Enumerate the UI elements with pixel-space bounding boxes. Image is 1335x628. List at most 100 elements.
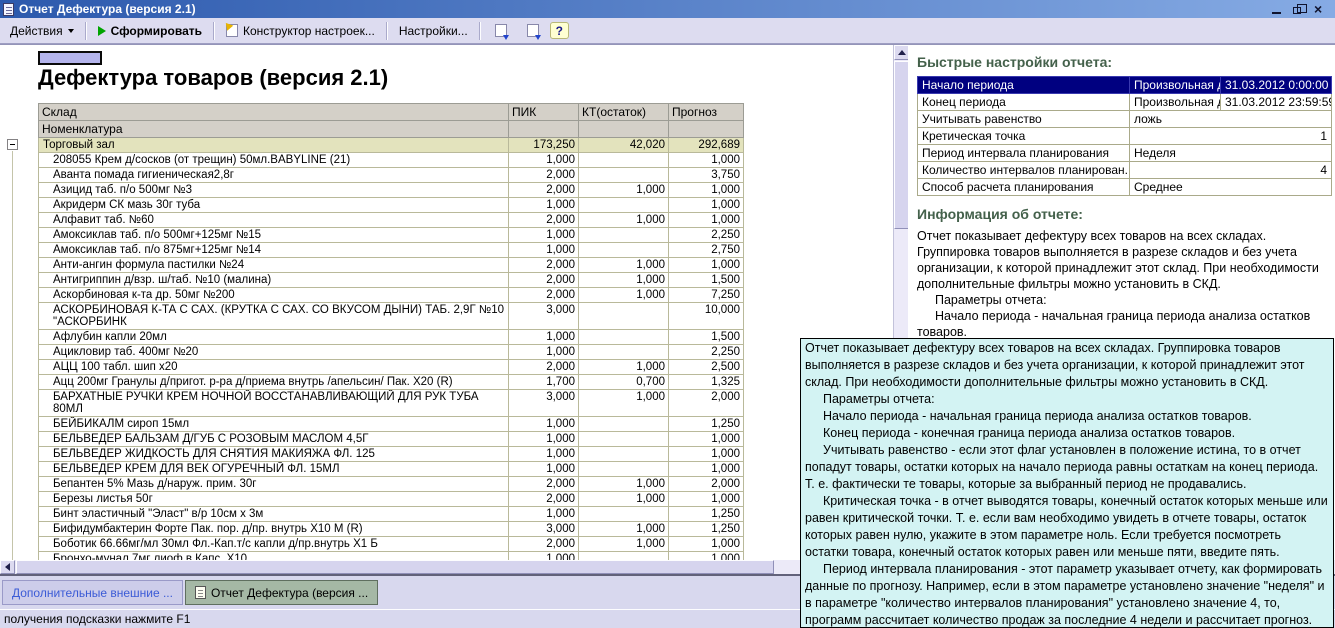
table-row[interactable]: Акридерм СК мазь 30г туба 1,000 1,000 <box>38 197 744 213</box>
report-left-margin <box>0 45 30 560</box>
product-name-cell: Боботик 66.66мг/мл 30мл Фл.-Кап.т/с капл… <box>38 536 509 552</box>
setting-row[interactable]: Количество интервалов планирован... 4 <box>917 161 1332 179</box>
table-row[interactable]: БЕЛЬВЕДЕР КРЕМ ДЛЯ ВЕК ОГУРЕЧНЫЙ ФЛ. 15М… <box>38 461 744 477</box>
generate-button[interactable]: Сформировать <box>92 22 208 40</box>
value-cell: 1,000 <box>508 242 579 258</box>
setting-name-cell: Способ расчета планирования <box>917 178 1130 196</box>
table-row[interactable]: Ацц 200мг Гранулы д/пригот. р-ра д/прием… <box>38 374 744 390</box>
tab-report-defektura[interactable]: Отчет Дефектура (версия ... <box>184 580 379 605</box>
value-cell: 1,700 <box>508 374 579 390</box>
table-row[interactable]: БЕЛЬВЕДЕР БАЛЬЗАМ Д/ГУБ С РОЗОВЫМ МАСЛОМ… <box>38 431 744 447</box>
product-name-cell: БАРХАТНЫЕ РУЧКИ КРЕМ НОЧНОЙ ВОССТАНАВЛИВ… <box>38 389 509 417</box>
close-button[interactable]: × <box>1314 0 1328 17</box>
value-cell: 1,000 <box>578 212 669 228</box>
table-row[interactable]: АЦЦ 100 табл. шип х20 2,000 1,000 2,500 <box>38 359 744 375</box>
table-row[interactable]: Бифидумбактерин Форте Пак. пор. д/пр. вн… <box>38 521 744 537</box>
value-cell: 1,000 <box>578 389 669 417</box>
table-row[interactable]: Амоксиклав таб. п/о 875мг+125мг №14 1,000… <box>38 242 744 258</box>
restore-values-button[interactable] <box>486 22 516 40</box>
table-row[interactable]: Аскорбиновая к-та др. 50мг №200 2,000 1,00… <box>38 287 744 303</box>
table-row[interactable]: Аванта помада гигиеническая2,8г 2,000 3,75… <box>38 167 744 183</box>
collapse-group-button[interactable] <box>7 139 18 150</box>
value-cell: 1,000 <box>668 446 744 462</box>
scroll-left-button[interactable] <box>0 560 15 574</box>
setting-row[interactable]: Способ расчета планирования Среднее <box>917 178 1332 196</box>
value-cell: 1,000 <box>508 197 579 213</box>
generate-label: Сформировать <box>110 23 202 38</box>
column-header-pik[interactable]: ПИК <box>508 103 579 121</box>
setting-name-cell: Конец периода <box>917 93 1130 111</box>
table-row[interactable]: Афлубин капли 20мл 1,000 1,500 <box>38 329 744 345</box>
actions-menu-label: Действия <box>10 23 63 38</box>
settings-button[interactable]: Настройки... <box>393 22 474 40</box>
table-row[interactable]: Алфавит таб. №60 2,000 1,000 1,000 <box>38 212 744 228</box>
paragraph: Параметры отчета: <box>823 392 935 406</box>
chevron-down-icon <box>67 28 74 33</box>
paragraph: Начало периода - начальная граница перио… <box>823 409 1252 423</box>
tooltip-text: Отчет показывает дефектуру всех товаров … <box>805 340 1328 627</box>
setting-row[interactable]: Учитывать равенство ложь <box>917 110 1332 128</box>
scroll-up-button[interactable] <box>894 45 909 60</box>
table-row[interactable]: Бинт эластичный "Эласт" в/р 10см х 3м 1,0… <box>38 506 744 522</box>
settings-constructor-button[interactable]: Конструктор настроек... <box>220 22 381 40</box>
value-cell: 1,000 <box>578 182 669 198</box>
value-cell: 2,250 <box>668 227 744 243</box>
actions-menu-button[interactable]: Действия <box>4 22 80 40</box>
group-prognoz-cell: 292,689 <box>668 137 744 153</box>
column-header-prognoz[interactable]: Прогноз <box>668 103 744 121</box>
column-header-nomenklatura[interactable]: Номенклатура <box>38 120 509 138</box>
table-row[interactable]: Ацикловир таб. 400мг №20 1,000 2,250 <box>38 344 744 360</box>
table-row[interactable]: Азицид таб. п/о 500мг №3 2,000 1,000 1,000 <box>38 182 744 198</box>
paragraph: Конец периода - конечная граница периода… <box>823 426 1236 440</box>
group-row-torgovy-zal[interactable]: Торговый зал 173,250 42,020 292,689 <box>38 137 744 153</box>
table-row[interactable]: 208055 Крем д/сосков (от трещин) 50мл.BA… <box>38 152 744 168</box>
setting-value-cell: 4 <box>1129 161 1332 179</box>
tab-label: Дополнительные внешние ... <box>12 585 173 600</box>
value-cell: 1,250 <box>668 416 744 432</box>
value-cell: 1,000 <box>508 551 579 560</box>
vertical-scrollbar-thumb[interactable] <box>894 61 909 229</box>
setting-row[interactable]: Начало периодаПроизвольная д...31.03.201… <box>917 76 1332 94</box>
report-title: Дефектура товаров (версия 2.1) <box>38 65 389 90</box>
minimize-button[interactable] <box>1270 3 1284 16</box>
product-name-cell: Амоксиклав таб. п/о 500мг+125мг №15 <box>38 227 509 243</box>
column-header-kt[interactable]: КТ(остаток) <box>578 103 669 121</box>
table-row[interactable]: Анти-ангин формула пастилки №24 2,000 1,00… <box>38 257 744 273</box>
table-row[interactable]: АСКОРБИНОВАЯ К-ТА С САХ. (КРУТКА С САХ. … <box>38 302 744 330</box>
tab-additional-external[interactable]: Дополнительные внешние ... <box>2 580 183 605</box>
table-row[interactable]: БАРХАТНЫЕ РУЧКИ КРЕМ НОЧНОЙ ВОССТАНАВЛИВ… <box>38 389 744 417</box>
table-row[interactable]: Бронхо-мунал 7мг лиоф в Капс. Х10 1,000 1,… <box>38 551 744 560</box>
save-values-button[interactable] <box>518 22 548 40</box>
setting-row[interactable]: Кретическая точка 1 <box>917 127 1332 145</box>
toolbar-separator <box>385 21 388 40</box>
setting-type-cell: Произвольная д... <box>1129 93 1221 111</box>
table-row[interactable]: Боботик 66.66мг/мл 30мл Фл.-Кап.т/с капл… <box>38 536 744 552</box>
restore-button[interactable] <box>1292 3 1307 16</box>
value-cell: 2,000 <box>508 182 579 198</box>
value-cell: 1,000 <box>508 344 579 360</box>
product-name-cell: БЕЛЬВЕДЕР БАЛЬЗАМ Д/ГУБ С РОЗОВЫМ МАСЛОМ… <box>38 431 509 447</box>
selected-cell-indicator[interactable] <box>38 51 102 65</box>
table-row[interactable]: БЕЛЬВЕДЕР ЖИДКОСТЬ ДЛЯ СНЯТИЯ МАКИЯЖА ФЛ… <box>38 446 744 462</box>
table-row[interactable]: Амоксиклав таб. п/о 500мг+125мг №15 1,000… <box>38 227 744 243</box>
table-row[interactable]: Березы листья 50г 2,000 1,000 1,000 <box>38 491 744 507</box>
value-cell: 0,700 <box>578 374 669 390</box>
horizontal-scrollbar-thumb[interactable] <box>16 560 774 574</box>
help-button[interactable]: ? <box>549 22 570 39</box>
product-name-cell: Березы листья 50г <box>38 491 509 507</box>
table-row[interactable]: Бепантен 5% Мазь д/наруж. прим. 30г 2,000… <box>38 476 744 492</box>
product-name-cell: Ацц 200мг Гранулы д/пригот. р-ра д/прием… <box>38 374 509 390</box>
setting-name-cell: Начало периода <box>917 76 1130 94</box>
value-cell: 1,500 <box>668 329 744 345</box>
close-icon: × <box>1314 0 1323 17</box>
table-row[interactable]: БЕЙБИКАЛМ сироп 15мл 1,000 1,250 <box>38 416 744 432</box>
table-row[interactable]: Антигриппин д/взр. ш/таб. №10 (малина) 2,… <box>38 272 744 288</box>
product-name-cell: Азицид таб. п/о 500мг №3 <box>38 182 509 198</box>
setting-row[interactable]: Конец периодаПроизвольная д...31.03.2012… <box>917 93 1332 111</box>
value-cell: 1,000 <box>578 257 669 273</box>
document-icon <box>194 586 206 599</box>
column-header-sklad[interactable]: Склад <box>38 103 509 121</box>
setting-row[interactable]: Период интервала планирования Неделя <box>917 144 1332 162</box>
save-values-icon <box>526 24 541 40</box>
value-cell: 2,000 <box>508 272 579 288</box>
